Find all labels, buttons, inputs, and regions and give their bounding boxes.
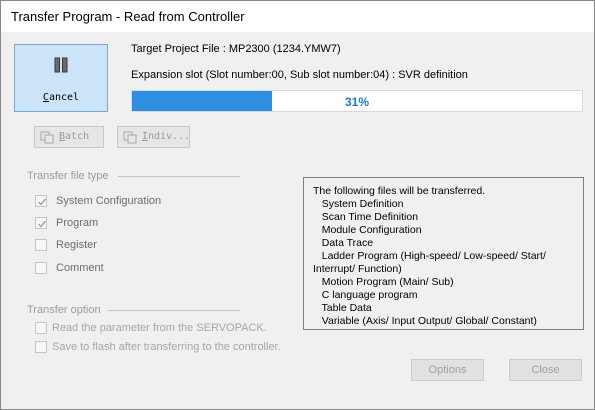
progress-text: 31% — [344, 95, 370, 109]
list-item: Interrupt/ Function) — [313, 263, 402, 275]
checkbox-comment[interactable] — [35, 262, 47, 274]
window-title: Transfer Program - Read from Controller — [11, 9, 245, 24]
batch-label: Batch — [59, 131, 90, 142]
list-item: C language program — [313, 289, 418, 301]
list-item: Variable (Axis/ Input Output/ Global/ Co… — [313, 315, 537, 327]
checkbox-register[interactable] — [35, 239, 47, 251]
checkbox-program[interactable] — [35, 217, 47, 229]
check-icon — [38, 198, 47, 206]
transfer-file-type-label: Transfer file type — [27, 170, 109, 182]
close-button[interactable]: Close — [509, 359, 582, 381]
title-bar: Transfer Program - Read from Controller — [1, 1, 594, 32]
expansion-slot-label: Expansion slot (Slot number:00, Sub slot… — [131, 69, 468, 81]
check-icon — [38, 220, 47, 228]
indiv-label: Indiv... — [142, 131, 191, 142]
checkbox-label: Register — [56, 239, 97, 251]
list-item: Motion Program (Main/ Sub) — [313, 276, 454, 288]
individual-icon — [123, 131, 137, 144]
checkbox-label: Program — [56, 217, 99, 229]
checkbox-label: System Configuration — [56, 195, 162, 207]
cancel-label: Cancel — [42, 92, 80, 103]
list-item: Ladder Program (High-speed/ Low-speed/ S… — [313, 250, 546, 262]
checkbox-read-servopack[interactable] — [35, 322, 47, 334]
list-item: The following files will be transferred. — [313, 185, 486, 197]
transfer-files-list: The following files will be transferred.… — [303, 177, 584, 330]
cancel-button[interactable]: Cancel — [14, 44, 108, 112]
transfer-dialog: Transfer Program - Read from Controller … — [0, 0, 595, 410]
target-project-label: Target Project File : MP2300 (1234.YMW7) — [131, 43, 341, 55]
group-divider — [118, 176, 240, 177]
group-divider — [108, 310, 240, 311]
indiv-button[interactable]: Indiv... — [117, 126, 190, 148]
progress-bar: 31% — [131, 90, 583, 112]
batch-button[interactable]: Batch — [34, 126, 104, 148]
checkbox-system-configuration[interactable] — [35, 195, 47, 207]
dialog-body: Cancel Target Project File : MP2300 (123… — [1, 32, 594, 409]
list-item: Scan Time Definition — [313, 211, 419, 223]
checkbox-label: Read the parameter from the SERVOPACK. — [52, 322, 267, 334]
pause-icon — [54, 57, 68, 73]
list-item: Module Configuration — [313, 224, 422, 236]
list-item: System Definition — [313, 198, 404, 210]
checkbox-label: Save to flash after transferring to the … — [52, 341, 281, 353]
list-item: Data Trace — [313, 237, 374, 249]
batch-icon — [40, 131, 54, 144]
transfer-option-label: Transfer option — [27, 304, 101, 316]
checkbox-save-to-flash[interactable] — [35, 341, 47, 353]
options-button[interactable]: Options — [411, 359, 484, 381]
checkbox-label: Comment — [56, 262, 104, 274]
list-item: Table Data — [313, 302, 372, 314]
